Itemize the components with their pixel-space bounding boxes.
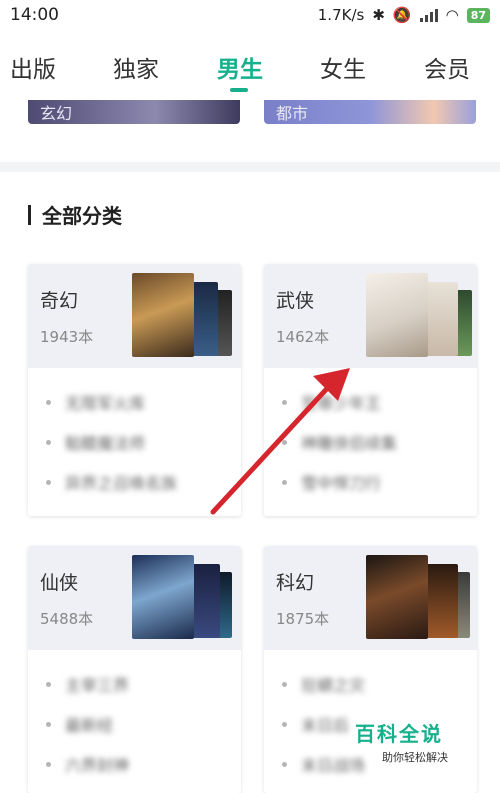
arrow-shaft [210,379,336,515]
watermark-title: 百科全说 [355,722,443,746]
watermark-subtitle: 助你轻松解决 [382,751,448,764]
annotation-arrow [210,368,350,515]
watermark: 百科全说 助你轻松解决 [355,718,475,768]
